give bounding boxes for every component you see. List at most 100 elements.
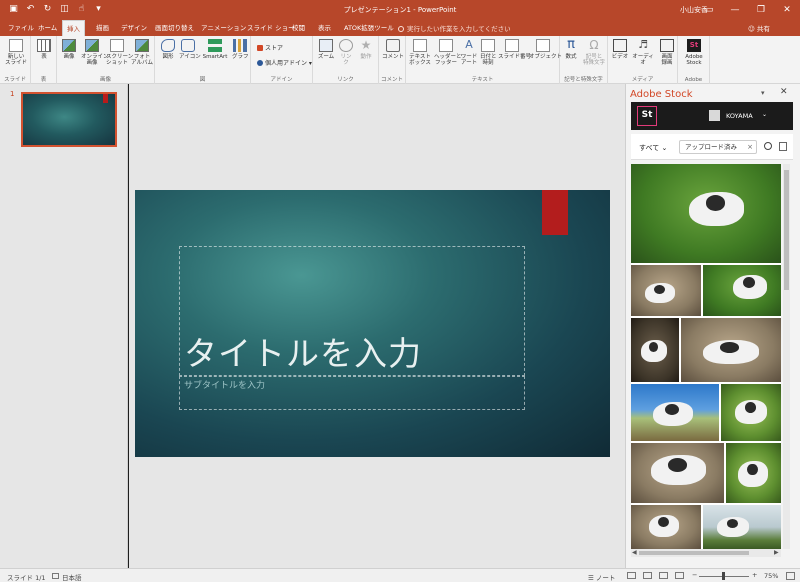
scrollbar-thumb[interactable] <box>784 170 789 290</box>
chevron-down-icon[interactable]: ⌄ <box>762 111 767 118</box>
filter-icon[interactable] <box>779 142 787 151</box>
avatar[interactable] <box>709 110 720 121</box>
reading-view-icon[interactable] <box>659 572 668 579</box>
stock-photo[interactable] <box>721 384 781 441</box>
language-indicator[interactable]: 日本語 <box>62 572 82 582</box>
stock-photo[interactable] <box>631 164 781 263</box>
slide[interactable]: タイトルを入力 サブタイトルを入力 <box>135 190 610 457</box>
scroll-left-icon[interactable]: ◀ <box>632 549 637 556</box>
equation-button[interactable]: π 数式 <box>563 37 579 60</box>
search-icon[interactable] <box>764 142 772 150</box>
cat-shape <box>738 461 768 487</box>
datetime-button[interactable]: 日付と 時刻 <box>480 39 497 66</box>
status-bar: スライド 1/1 日本語 ☰ ノート − + 75% <box>0 568 800 582</box>
tab-home[interactable]: ホーム <box>34 20 61 36</box>
group-label-illustrations: 図 <box>199 77 206 83</box>
chart-button[interactable]: グラフ <box>232 39 249 60</box>
filter-all-dropdown[interactable]: すべて ⌄ <box>639 143 667 153</box>
zoom-slider-thumb[interactable] <box>722 572 725 580</box>
pane-options-icon[interactable]: ▾ <box>761 89 765 97</box>
store-icon <box>257 45 263 51</box>
my-addins-button[interactable]: 個人用アドイン ▾ <box>257 58 312 67</box>
normal-view-icon[interactable] <box>627 572 636 579</box>
fit-slide-icon[interactable] <box>786 572 795 580</box>
zoom-button[interactable]: ズーム <box>317 39 335 60</box>
close-icon[interactable]: ✕ <box>774 0 800 20</box>
link-button[interactable]: リン ク <box>338 39 354 66</box>
stock-photo[interactable] <box>631 318 679 382</box>
online-pictures-button[interactable]: オンライン 画像 <box>81 39 109 66</box>
tell-me-search[interactable]: 実行したい作業を入力してください <box>398 23 511 33</box>
new-slide-button[interactable]: 新しい スライド <box>4 39 28 66</box>
video-button[interactable]: ビデオ <box>611 39 629 60</box>
tab-design[interactable]: デザイン <box>117 20 151 36</box>
stock-photo[interactable] <box>631 443 724 503</box>
tab-transitions[interactable]: 画面切り替え <box>151 20 198 36</box>
tab-draw[interactable]: 描画 <box>92 20 113 36</box>
symbol-button[interactable]: Ω 記号と 特殊文字 <box>582 39 606 66</box>
close-pane-icon[interactable]: ✕ <box>780 87 788 97</box>
shapes-button[interactable]: 図形 <box>160 39 176 60</box>
stock-photo[interactable] <box>726 443 781 503</box>
photo-album-button[interactable]: フォト アルバム <box>131 39 153 66</box>
scroll-right-icon[interactable]: ▶ <box>774 549 779 556</box>
table-button[interactable]: 表 <box>36 39 52 60</box>
screenshot-button[interactable]: スクリーン ショット <box>106 39 133 66</box>
pi-icon: π <box>567 37 575 52</box>
tab-file[interactable]: ファイル <box>4 20 38 36</box>
wordart-button[interactable]: A ワード アート <box>460 39 478 67</box>
tab-view[interactable]: 表示 <box>314 20 335 36</box>
screen-recording-button[interactable]: 画面 録画 <box>658 39 676 66</box>
stock-photo[interactable] <box>703 505 781 549</box>
tab-atok[interactable]: ATOK拡張ツール <box>340 20 398 36</box>
icons-button[interactable]: アイコン <box>179 39 201 60</box>
chip-close-icon[interactable]: × <box>747 141 753 153</box>
minimize-icon[interactable]: — <box>722 0 748 20</box>
slide-thumbnail[interactable] <box>21 92 117 147</box>
zoom-in-icon[interactable]: + <box>752 571 757 579</box>
horizontal-scrollbar[interactable]: ◀ ▶ <box>631 549 781 557</box>
smartart-button[interactable]: SmartArt <box>201 39 229 60</box>
share-button[interactable]: ☺ 共有 <box>748 23 770 33</box>
restore-icon[interactable]: ❐ <box>748 0 774 20</box>
proofing-icon[interactable] <box>52 573 59 579</box>
subtitle-placeholder-text: サブタイトルを入力 <box>184 381 266 391</box>
tab-insert[interactable]: 挿入 <box>62 20 85 36</box>
stock-photo[interactable] <box>631 265 701 316</box>
slide-editing-canvas: タイトルを入力 サブタイトルを入力 <box>129 84 625 568</box>
stock-photo[interactable] <box>681 318 781 382</box>
online-pictures-label: オンライン 画像 <box>81 54 109 66</box>
action-button[interactable]: ★ 動作 <box>358 39 374 60</box>
scrollbar-thumb[interactable] <box>639 551 749 555</box>
store-button[interactable]: ストア <box>257 43 283 52</box>
pictures-button[interactable]: 画像 <box>61 39 77 60</box>
filter-chip[interactable]: アップロード済み × <box>679 140 757 154</box>
subtitle-placeholder[interactable]: サブタイトルを入力 <box>179 376 525 410</box>
tab-review[interactable]: 校閲 <box>288 20 309 36</box>
comment-button[interactable]: コメント <box>382 39 404 60</box>
header-footer-button[interactable]: ヘッダーと フッター <box>434 39 462 66</box>
my-addins-icon <box>257 60 263 66</box>
notes-button[interactable]: ☰ ノート <box>588 572 615 582</box>
title-placeholder[interactable]: タイトルを入力 <box>179 246 525 376</box>
stock-photo[interactable] <box>703 265 781 316</box>
stock-photo[interactable] <box>631 384 719 441</box>
pictures-label: 画像 <box>63 54 75 60</box>
notes-label: ノート <box>595 574 616 582</box>
audio-button[interactable]: ♬ オーディ オ <box>632 39 654 67</box>
ribbon-tabs: ファイル ホーム 挿入 描画 デザイン 画面切り替え アニメーション スライド … <box>0 20 800 36</box>
ribbon-display-options-icon[interactable]: ▭ <box>696 0 722 20</box>
slideshow-view-icon[interactable] <box>675 572 684 579</box>
object-button[interactable]: オブジェクト <box>529 39 562 60</box>
cat-shape <box>653 402 693 426</box>
ribbon: 新しい スライド スライド 表 表 画像 オンライン 画像 スクリーン ショット… <box>0 36 800 84</box>
stock-photo[interactable] <box>631 505 701 549</box>
slide-number-button[interactable]: スライド番号 <box>498 39 531 60</box>
zoom-out-icon[interactable]: − <box>692 571 697 579</box>
slide-sorter-icon[interactable] <box>643 572 652 579</box>
textbox-button[interactable]: テキスト ボックス <box>408 39 432 66</box>
stock-username[interactable]: KOYAMA <box>726 112 753 120</box>
adobe-stock-button[interactable]: St Adobe Stock <box>682 39 706 66</box>
zoom-level[interactable]: 75% <box>764 572 778 580</box>
vertical-scrollbar[interactable] <box>783 164 790 549</box>
